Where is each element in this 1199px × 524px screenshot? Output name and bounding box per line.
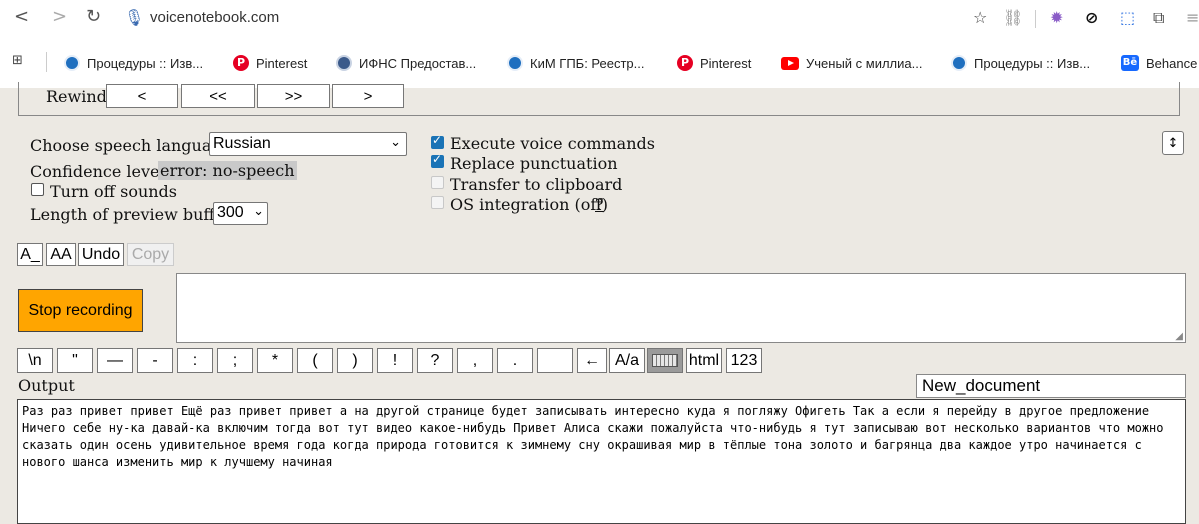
question-button[interactable]: ? — [417, 348, 453, 373]
behance-icon: Bē — [1121, 55, 1139, 71]
globe-icon — [507, 55, 523, 71]
html-button[interactable]: html — [686, 348, 722, 373]
bookmark-item[interactable]: ИФНС Предостав... — [336, 52, 476, 74]
colon-button[interactable]: : — [177, 348, 213, 373]
transfer-clipboard-label: Transfer to clipboard — [450, 175, 623, 194]
asterisk-button[interactable]: * — [257, 348, 293, 373]
microphone-icon: 🎙 — [124, 8, 145, 27]
globe-icon — [64, 55, 80, 71]
bookmark-item[interactable]: P Pinterest — [677, 52, 751, 74]
fns-icon — [336, 55, 352, 71]
output-textarea[interactable]: Раз раз привет привет Ещё раз привет при… — [17, 399, 1186, 524]
pinterest-icon: P — [677, 55, 693, 71]
em-dash-button[interactable]: — — [97, 348, 133, 373]
os-integration-help-link[interactable]: ? — [595, 195, 604, 214]
rewind-fast-forward-button[interactable]: >> — [257, 84, 330, 108]
bookmark-item[interactable]: Ученый с миллиа... — [781, 52, 922, 74]
block-icon[interactable]: ⊘ — [1085, 8, 1098, 27]
copy-button[interactable]: Copy — [127, 243, 174, 266]
exclamation-button[interactable]: ! — [377, 348, 413, 373]
preview-buffer-label: Length of preview buffer — [30, 205, 232, 224]
undo-button[interactable]: Undo — [78, 243, 124, 266]
rewind-fast-back-button[interactable]: << — [181, 84, 255, 108]
browser-toolbar: < > ↻ 🎙 voicenotebook.com ☆ ⛓ ✹ ⊘ ⬚ ⧉ ≡ — [0, 0, 1199, 38]
semicolon-button[interactable]: ; — [217, 348, 253, 373]
bookmark-item[interactable]: Процедуры :: Изв... — [64, 52, 203, 74]
os-integration-checkbox[interactable] — [431, 196, 444, 209]
link-icon[interactable]: ⛓ — [1003, 8, 1023, 27]
case-toggle-button[interactable]: A/a — [609, 348, 645, 373]
globe-icon — [951, 55, 967, 71]
address-bar[interactable]: voicenotebook.com — [150, 9, 279, 26]
keyboard-keys-icon — [652, 354, 678, 367]
replace-punctuation-checkbox[interactable] — [431, 152, 444, 168]
forward-icon[interactable]: > — [52, 6, 67, 27]
bookmarks-divider — [46, 52, 47, 72]
resize-handle-icon[interactable]: ◢ — [1175, 331, 1183, 342]
back-icon[interactable]: < — [14, 6, 29, 27]
language-select-value: Russian — [213, 135, 271, 152]
transfer-clipboard-checkbox[interactable] — [431, 176, 444, 189]
os-integration-label: OS integration (off) — [450, 195, 608, 214]
bookmark-item[interactable]: КиМ ГПБ: Реестр... — [507, 52, 645, 74]
a-underscore-button[interactable]: A_ — [17, 243, 43, 266]
close-paren-button[interactable]: ) — [337, 348, 373, 373]
preview-buffer-value: 300 — [217, 204, 244, 221]
bookmarks-bar: ⊞ Процедуры :: Изв... P Pinterest ИФНС Пр… — [0, 38, 1199, 88]
pinterest-icon: P — [233, 55, 249, 71]
execute-commands-checkbox[interactable] — [431, 133, 444, 149]
document-name-input[interactable] — [916, 374, 1186, 398]
chevron-down-icon: ⌄ — [390, 135, 401, 150]
hyphen-button[interactable]: - — [137, 348, 173, 373]
preview-textarea[interactable]: ◢ — [176, 273, 1186, 343]
youtube-icon — [781, 56, 799, 70]
crop-icon[interactable]: ⬚ — [1120, 8, 1135, 27]
rewind-label: Rewind — [46, 87, 107, 106]
keyboard-icon[interactable] — [647, 348, 683, 373]
language-label: Choose speech language — [30, 136, 232, 155]
comma-button[interactable]: , — [457, 348, 493, 373]
apps-grid-icon[interactable]: ⊞ — [12, 53, 23, 68]
output-label: Output — [18, 376, 75, 395]
period-button[interactable]: . — [497, 348, 533, 373]
rewind-forward-button[interactable]: > — [332, 84, 404, 108]
replace-punctuation-label: Replace punctuation — [450, 154, 618, 173]
reload-icon[interactable]: ↻ — [86, 6, 101, 27]
newline-button[interactable]: \n — [17, 348, 53, 373]
numbers-button[interactable]: 123 — [726, 348, 762, 373]
open-paren-button[interactable]: ( — [297, 348, 333, 373]
execute-commands-label: Execute voice commands — [450, 134, 655, 153]
bookmark-item[interactable]: Bē Behance — [1121, 52, 1197, 74]
backspace-button[interactable]: ← — [577, 348, 607, 373]
star-icon[interactable]: ☆ — [973, 8, 987, 27]
rewind-back-button[interactable]: < — [106, 84, 178, 108]
quote-button[interactable]: " — [57, 348, 93, 373]
turn-off-sounds-checkbox[interactable] — [31, 183, 44, 196]
bookmark-item[interactable]: P Pinterest — [233, 52, 307, 74]
resize-toggle-icon[interactable]: ↕ — [1162, 131, 1184, 155]
menu-icon[interactable]: ≡ — [1186, 8, 1199, 27]
confidence-value: error: no-speech — [158, 161, 297, 180]
aa-button[interactable]: AA — [46, 243, 76, 266]
puzzle-icon[interactable]: ⧉ — [1153, 8, 1164, 28]
preview-buffer-select[interactable]: 300 ⌄ — [213, 202, 268, 225]
chevron-down-icon: ⌄ — [253, 204, 264, 219]
turn-off-sounds-label: Turn off sounds — [50, 182, 178, 201]
toolbar-divider — [1035, 10, 1036, 28]
space-button[interactable] — [537, 348, 573, 373]
stop-recording-button[interactable]: Stop recording — [18, 289, 143, 332]
bookmark-item[interactable]: Процедуры :: Изв... — [951, 52, 1090, 74]
extension-gear-icon[interactable]: ✹ — [1050, 8, 1063, 27]
confidence-label: Confidence level — [30, 162, 165, 181]
language-select[interactable]: Russian ⌄ — [209, 132, 407, 156]
